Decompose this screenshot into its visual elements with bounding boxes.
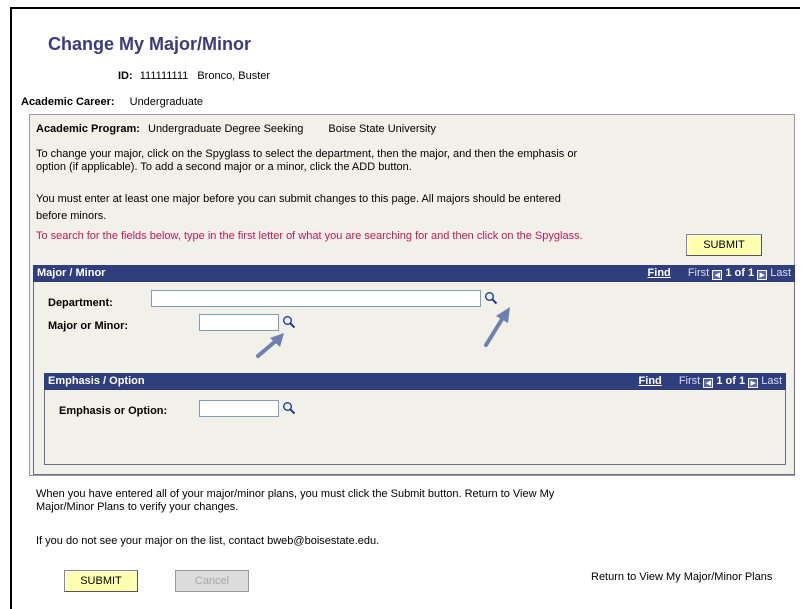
major-spyglass-icon[interactable] xyxy=(282,315,296,329)
emphasis-find-link[interactable]: Find xyxy=(639,375,662,387)
emphasis-count: 1 of 1 xyxy=(716,375,746,387)
id-label: ID: xyxy=(118,70,133,82)
instruction-line-2: option (if applicable). To add a second … xyxy=(36,161,412,173)
major-count: 1 of 1 xyxy=(725,267,755,279)
cancel-button[interactable]: Cancel xyxy=(175,570,249,592)
submit-button-bottom[interactable]: SUBMIT xyxy=(64,570,138,592)
major-minor-label: Major or Minor: xyxy=(48,320,129,332)
major-last-label[interactable]: Last xyxy=(770,267,791,279)
emphasis-prev-icon[interactable]: ◀ xyxy=(703,378,714,388)
program-value: Undergraduate Degree Seeking xyxy=(148,123,304,135)
footer-contact: If you do not see your major on the list… xyxy=(36,535,380,547)
department-label: Department: xyxy=(48,297,113,309)
instruction-line-3: You must enter at least one major before… xyxy=(36,193,561,205)
page-title: Change My Major/Minor xyxy=(48,34,252,54)
footer-line-2: Major/Minor Plans to verify your changes… xyxy=(36,501,239,513)
career-label: Academic Career: xyxy=(21,96,115,108)
arrow-annotation-icon xyxy=(256,333,284,358)
id-value: 111111111 xyxy=(139,70,189,82)
emphasis-header: Emphasis / Option Find First ◀ 1 of 1 ▶ … xyxy=(44,373,786,390)
emphasis-first-label[interactable]: First xyxy=(679,375,700,387)
major-next-icon[interactable]: ▶ xyxy=(757,270,768,280)
emphasis-spyglass-icon[interactable] xyxy=(282,401,296,415)
student-name: Bronco, Buster xyxy=(197,70,271,82)
department-input[interactable] xyxy=(151,290,481,307)
instruction-line-4: before minors. xyxy=(36,210,107,222)
emphasis-label: Emphasis or Option: xyxy=(59,405,168,417)
major-minor-header: Major / Minor Find First ◀ 1 of 1 ▶ Last xyxy=(33,265,795,282)
instruction-line-1: To change your major, click on the Spygl… xyxy=(36,148,578,160)
program-label: Academic Program: xyxy=(36,123,140,135)
major-minor-input[interactable] xyxy=(199,314,279,331)
department-spyglass-icon[interactable] xyxy=(484,291,498,305)
major-minor-title: Major / Minor xyxy=(37,267,106,279)
emphasis-next-icon[interactable]: ▶ xyxy=(748,378,759,388)
major-prev-icon[interactable]: ◀ xyxy=(712,270,723,280)
emphasis-input[interactable] xyxy=(199,400,279,417)
instruction-search-hint: To search for the fields below, type in … xyxy=(36,230,583,242)
submit-button-top[interactable]: SUBMIT xyxy=(686,234,762,256)
career-value: Undergraduate xyxy=(129,96,204,108)
arrow-annotation-icon xyxy=(484,307,510,347)
program-row: Academic Program: Undergraduate Degree S… xyxy=(36,123,436,135)
return-to-plans-link[interactable]: Return to View My Major/Minor Plans xyxy=(591,571,772,583)
career-row: Academic Career: Undergraduate xyxy=(21,96,203,108)
emphasis-last-label[interactable]: Last xyxy=(761,375,782,387)
emphasis-nav: Find First ◀ 1 of 1 ▶ Last xyxy=(639,373,782,390)
major-first-label[interactable]: First xyxy=(688,267,709,279)
student-id-row: ID: 111111111 Bronco, Buster xyxy=(118,70,270,82)
footer-line-1: When you have entered all of your major/… xyxy=(36,488,555,500)
major-minor-nav: Find First ◀ 1 of 1 ▶ Last xyxy=(648,265,791,282)
institution-value: Boise State University xyxy=(328,123,436,135)
major-find-link[interactable]: Find xyxy=(648,267,671,279)
emphasis-title: Emphasis / Option xyxy=(48,375,145,387)
